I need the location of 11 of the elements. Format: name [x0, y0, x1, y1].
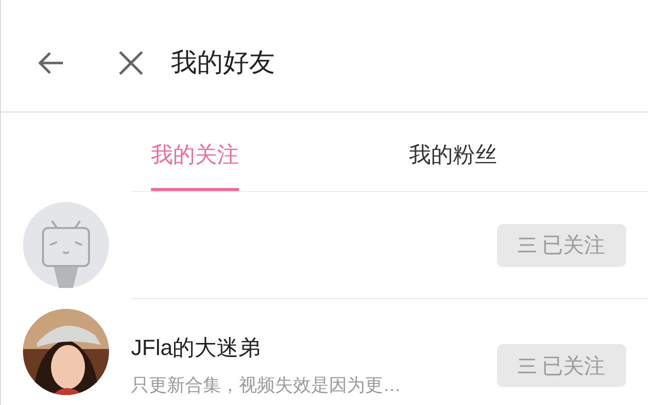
tab[interactable]: 我的关注	[151, 113, 239, 191]
user-name: JFla的大迷弟	[131, 334, 262, 362]
menu-icon	[518, 358, 536, 374]
avatar-icon	[23, 202, 109, 288]
tab[interactable]: 我的粉丝	[409, 113, 497, 191]
menu-icon	[518, 237, 536, 253]
followed-button[interactable]: 已关注	[497, 224, 626, 266]
close-icon[interactable]	[117, 48, 145, 76]
user-description: 只更新合集，视频失效是因为更…	[131, 374, 402, 396]
followed-button[interactable]: 已关注	[497, 344, 626, 387]
page-title: 我的好友	[171, 46, 275, 79]
